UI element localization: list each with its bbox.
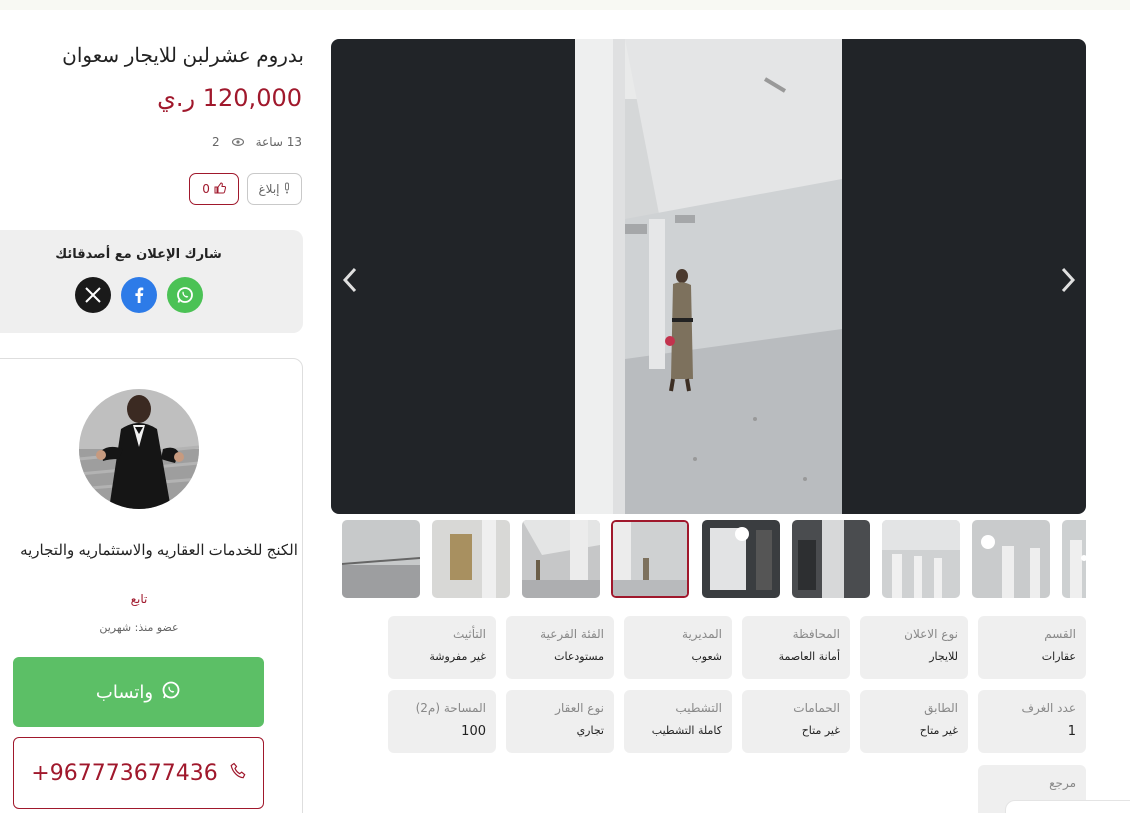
detail-label: مرجع xyxy=(1049,776,1076,790)
detail-value: غير متاح xyxy=(801,724,840,737)
x-icon[interactable] xyxy=(75,277,111,313)
likes-count: 0 xyxy=(202,182,210,196)
detail-category: القسم عقارات xyxy=(978,616,1086,679)
detail-value: شعوب xyxy=(691,650,722,663)
share-icons xyxy=(75,277,203,313)
thumbnail-strip xyxy=(342,520,1086,600)
whatsapp-icon[interactable] xyxy=(167,277,203,313)
time-ago: 13 ساعة xyxy=(255,135,302,149)
alert-icon xyxy=(283,182,291,197)
eye-icon xyxy=(231,136,244,148)
facebook-icon[interactable] xyxy=(121,277,157,313)
detail-label: نوع الاعلان xyxy=(904,627,958,641)
detail-label: الطابق xyxy=(924,701,958,715)
thumbnail[interactable] xyxy=(522,520,600,598)
thumbnail[interactable] xyxy=(342,520,420,598)
thumbnail[interactable] xyxy=(882,520,960,598)
detail-value: غير متاح xyxy=(919,724,958,737)
follow-link[interactable]: تابع xyxy=(0,592,278,606)
top-bar xyxy=(0,0,1130,10)
detail-label: المحافظة xyxy=(792,627,840,641)
phone-number: +967773677436 xyxy=(31,760,218,786)
detail-value: 1 xyxy=(1067,724,1076,739)
detail-value: 100 xyxy=(461,724,486,739)
detail-label: القسم xyxy=(1044,627,1076,641)
detail-district: المديرية شعوب xyxy=(624,616,732,679)
phone-icon xyxy=(230,761,246,786)
detail-label: التشطيب xyxy=(675,701,722,715)
share-title: شارك الإعلان مع أصدقائك xyxy=(55,247,222,262)
thumbnail[interactable] xyxy=(432,520,510,598)
phone-button[interactable]: +967773677436 xyxy=(13,737,264,809)
detail-floor: الطابق غير متاح xyxy=(860,690,968,753)
thumbnail[interactable] xyxy=(1062,520,1086,598)
report-button[interactable]: إبلاغ xyxy=(247,173,302,205)
detail-value: أمانة العاصمة xyxy=(778,650,840,663)
detail-bathrooms: الحمامات غير متاح xyxy=(742,690,850,753)
whatsapp-label: واتساب xyxy=(95,681,154,703)
detail-label: المساحة (م2) xyxy=(415,701,486,715)
detail-area: المساحة (م2) 100 xyxy=(388,690,496,753)
main-photo xyxy=(575,39,842,514)
floating-widget[interactable] xyxy=(1005,800,1130,813)
views-count: 2 xyxy=(211,135,220,149)
detail-label: نوع العقار xyxy=(555,701,604,715)
image-gallery[interactable] xyxy=(331,39,1086,514)
seller-avatar xyxy=(79,389,199,509)
detail-property-type: نوع العقار تجاري xyxy=(506,690,614,753)
detail-governorate: المحافظة أمانة العاصمة xyxy=(742,616,850,679)
listing-price: 120,000 ر.ي xyxy=(157,84,302,112)
thumbnail[interactable] xyxy=(792,520,870,598)
detail-label: الحمامات xyxy=(793,701,840,715)
share-box: شارك الإعلان مع أصدقائك xyxy=(0,230,303,333)
detail-value: تجاري xyxy=(576,724,604,737)
detail-label: التأثيث xyxy=(452,627,486,641)
detail-furnishing: التأثيث غير مفروشة xyxy=(388,616,496,679)
detail-value: للايجار xyxy=(929,650,958,663)
listing-title: بدروم عشرلبن للايجار سعوان xyxy=(62,45,304,67)
whatsapp-icon xyxy=(161,680,181,705)
detail-subcategory: الفئة الفرعية مستودعات xyxy=(506,616,614,679)
thumbnail-active[interactable] xyxy=(611,520,689,598)
detail-value: غير مفروشة xyxy=(429,650,486,663)
member-since: عضو منذ: شهرين xyxy=(99,621,179,634)
thumbnail[interactable] xyxy=(702,520,780,598)
thumbnail[interactable] xyxy=(972,520,1050,598)
like-button[interactable]: 0 xyxy=(189,173,239,205)
previous-image-arrow[interactable] xyxy=(338,265,362,295)
thumbs-up-icon xyxy=(214,181,226,197)
detail-label: عدد الغرف xyxy=(1021,701,1076,715)
listing-meta: 13 ساعة 2 xyxy=(212,135,302,149)
seller-name[interactable]: الكنج للخدمات العقاريه والاستثماريه والت… xyxy=(20,540,298,562)
whatsapp-button[interactable]: واتساب xyxy=(13,657,264,727)
detail-value: كاملة التشطيب xyxy=(651,724,722,737)
detail-value: مستودعات xyxy=(554,650,604,663)
detail-finishing: التشطيب كاملة التشطيب xyxy=(624,690,732,753)
next-image-arrow[interactable] xyxy=(1056,265,1080,295)
detail-ad-type: نوع الاعلان للايجار xyxy=(860,616,968,679)
report-label: إبلاغ xyxy=(258,182,280,196)
detail-value: عقارات xyxy=(1041,650,1076,663)
detail-rooms: عدد الغرف 1 xyxy=(978,690,1086,753)
detail-label: المديرية xyxy=(682,627,722,641)
detail-label: الفئة الفرعية xyxy=(540,627,604,641)
action-buttons: إبلاغ 0 xyxy=(189,173,302,205)
